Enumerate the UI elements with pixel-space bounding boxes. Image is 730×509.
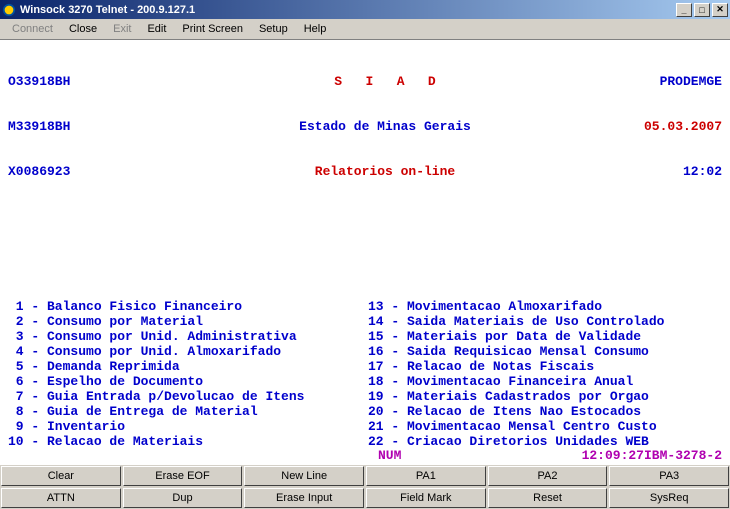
hdr-l1-center: S I A D (178, 74, 592, 89)
fn-button[interactable]: PA1 (366, 466, 486, 486)
menu-item-right[interactable]: 17 - Relacao de Notas Fiscais (368, 359, 722, 374)
fn-button[interactable]: PA3 (609, 466, 729, 486)
hdr-l1-left: O33918BH (8, 74, 178, 89)
hdr-l2-left: M33918BH (8, 119, 178, 134)
hdr-l2-center: Estado de Minas Gerais (178, 119, 592, 134)
hdr-l1-right: PRODEMGE (592, 74, 722, 89)
close-button[interactable]: ✕ (712, 3, 728, 17)
terminal-screen[interactable]: O33918BHS I A DPRODEMGE M33918BHEstado d… (0, 40, 730, 448)
fn-button[interactable]: ATTN (1, 488, 121, 508)
fn-button[interactable]: New Line (244, 466, 364, 486)
fn-button[interactable]: Field Mark (366, 488, 486, 508)
minimize-button[interactable]: _ (676, 3, 692, 17)
titlebar: Winsock 3270 Telnet - 200.9.127.1 _ □ ✕ (0, 0, 730, 19)
menu-item-right[interactable]: 22 - Criacao Diretorios Unidades WEB (368, 434, 722, 448)
menu-right-column: 13 - Movimentacao Almoxarifado14 - Saida… (368, 299, 722, 448)
status-time: 12:09:27 (582, 448, 644, 463)
fn-button[interactable]: Erase EOF (123, 466, 243, 486)
menu-item-left[interactable]: 5 - Demanda Reprimida (8, 359, 368, 374)
menu-item-left[interactable]: 7 - Guia Entrada p/Devolucao de Itens (8, 389, 368, 404)
menu-item-right[interactable]: 16 - Saida Requisicao Mensal Consumo (368, 344, 722, 359)
menu-connect[interactable]: Connect (4, 21, 61, 37)
button-row-2: ATTNDupErase InputField MarkResetSysReq (0, 487, 730, 509)
hdr-l2-right: 05.03.2007 (592, 119, 722, 134)
menu-item-right[interactable]: 18 - Movimentacao Financeira Anual (368, 374, 722, 389)
fn-button[interactable]: Erase Input (244, 488, 364, 508)
menu-item-right[interactable]: 15 - Materiais por Data de Validade (368, 329, 722, 344)
menu-item-left[interactable]: 1 - Balanco Fisico Financeiro (8, 299, 368, 314)
fn-button[interactable]: Clear (1, 466, 121, 486)
menu-item-left[interactable]: 2 - Consumo por Material (8, 314, 368, 329)
menu-item-left[interactable]: 6 - Espelho de Documento (8, 374, 368, 389)
fn-button[interactable]: Reset (488, 488, 608, 508)
menu-item-left[interactable]: 9 - Inventario (8, 419, 368, 434)
hdr-l3-left: X0086923 (8, 164, 178, 179)
menu-item-right[interactable]: 21 - Movimentacao Mensal Centro Custo (368, 419, 722, 434)
status-term: IBM-3278-2 (644, 448, 722, 463)
hdr-l3-right: 12:02 (592, 164, 722, 179)
fn-button[interactable]: PA2 (488, 466, 608, 486)
status-num: NUM (378, 448, 401, 463)
fn-button[interactable]: Dup (123, 488, 243, 508)
menu-close[interactable]: Close (61, 21, 105, 37)
status-bar: NUM 12:09:27 IBM-3278-2 (0, 448, 730, 465)
menu-exit[interactable]: Exit (105, 21, 139, 37)
menu-item-left[interactable]: 3 - Consumo por Unid. Administrativa (8, 329, 368, 344)
menu-item-left[interactable]: 10 - Relacao de Materiais (8, 434, 368, 448)
fn-button[interactable]: SysReq (609, 488, 729, 508)
button-row-1: ClearErase EOFNew LinePA1PA2PA3 (0, 465, 730, 487)
menubar: Connect Close Exit Edit Print Screen Set… (0, 19, 730, 40)
menu-item-right[interactable]: 13 - Movimentacao Almoxarifado (368, 299, 722, 314)
menu-help[interactable]: Help (296, 21, 335, 37)
menu-item-right[interactable]: 19 - Materiais Cadastrados por Orgao (368, 389, 722, 404)
app-icon (2, 3, 16, 17)
menu-item-right[interactable]: 14 - Saida Materiais de Uso Controlado (368, 314, 722, 329)
hdr-l3-center: Relatorios on-line (178, 164, 592, 179)
menu-item-left[interactable]: 8 - Guia de Entrega de Material (8, 404, 368, 419)
menu-print[interactable]: Print Screen (174, 21, 251, 37)
maximize-button[interactable]: □ (694, 3, 710, 17)
menu-left-column: 1 - Balanco Fisico Financeiro 2 - Consum… (8, 299, 368, 448)
menu-item-left[interactable]: 4 - Consumo por Unid. Almoxarifado (8, 344, 368, 359)
menu-item-right[interactable]: 20 - Relacao de Itens Nao Estocados (368, 404, 722, 419)
menu-setup[interactable]: Setup (251, 21, 296, 37)
window-title: Winsock 3270 Telnet - 200.9.127.1 (20, 4, 195, 16)
menu-edit[interactable]: Edit (139, 21, 174, 37)
